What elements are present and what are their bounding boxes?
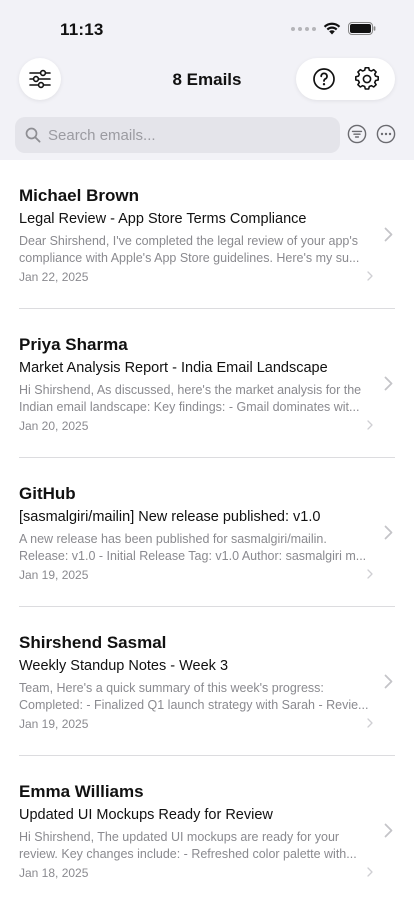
email-preview: Dear Shirshend, I've completed the legal… [19, 233, 375, 267]
settings-button[interactable] [349, 61, 385, 97]
email-row[interactable]: GitHub [sasmalgiri/mailin] New release p… [0, 458, 414, 607]
email-preview: A new release has been published for sas… [19, 531, 375, 565]
email-preview-line: Hi Shirshend, As discussed, here's the m… [19, 383, 362, 397]
search-row [0, 117, 414, 153]
battery-icon [348, 22, 376, 35]
email-preview-line: Release: v1.0 - Initial Release Tag: v1.… [19, 549, 367, 563]
email-preview-line: Dear Shirshend, I've completed the legal… [19, 234, 358, 248]
email-subject: Market Analysis Report - India Email Lan… [19, 360, 328, 376]
nav-bar: 8 Emails [0, 58, 414, 102]
email-preview-line: Completed: - Finalized Q1 launch strateg… [19, 698, 369, 712]
email-preview-line: compliance with Apple's App Store guidel… [19, 251, 360, 265]
search-actions [347, 124, 396, 144]
chevron-right-icon [384, 823, 393, 838]
status-bar: 11:13 [0, 0, 414, 50]
chevron-right-small-icon [367, 867, 373, 877]
email-row[interactable]: Michael Brown Legal Review - App Store T… [0, 160, 414, 309]
email-row[interactable]: Priya Sharma Market Analysis Report - In… [0, 309, 414, 458]
cellular-signal-icon [291, 26, 316, 31]
chevron-right-small-icon [367, 271, 373, 281]
email-sender: GitHub [19, 484, 76, 503]
email-preview: Team, Here's a quick summary of this wee… [19, 680, 375, 714]
email-row[interactable]: Shirshend Sasmal Weekly Standup Notes - … [0, 607, 414, 756]
email-preview-line: Hi Shirshend, The updated UI mockups are… [19, 830, 340, 844]
email-sender: Emma Williams [19, 782, 144, 801]
search-field[interactable] [15, 117, 340, 153]
chevron-right-icon [384, 376, 393, 391]
chevron-right-small-icon [367, 718, 373, 728]
help-icon [312, 68, 335, 90]
email-date: Jan 22, 2025 [19, 270, 89, 284]
top-area: 11:13 8 Emails Search emails... [0, 0, 414, 160]
email-preview: Hi Shirshend, As discussed, here's the m… [19, 382, 375, 416]
search-input[interactable] [48, 126, 318, 144]
help-button[interactable] [306, 61, 342, 97]
gear-icon [355, 67, 380, 90]
search-icon [25, 127, 41, 143]
email-date: Jan 20, 2025 [19, 419, 89, 433]
email-date: Jan 19, 2025 [19, 568, 89, 582]
chevron-right-icon [384, 227, 393, 242]
wifi-icon [323, 22, 341, 35]
email-sender: Priya Sharma [19, 335, 128, 354]
email-subject: Updated UI Mockups Ready for Review [19, 807, 273, 823]
email-row[interactable]: Emma Williams Updated UI Mockups Ready f… [0, 756, 414, 900]
chevron-right-small-icon [367, 420, 373, 430]
chevron-right-icon [384, 674, 393, 689]
email-preview-line: review. Key changes include: - Refreshed… [19, 847, 357, 861]
email-preview-line: Team, Here's a quick summary of this wee… [19, 681, 324, 695]
email-preview-line: Indian email landscape: Key findings: - … [19, 400, 360, 414]
email-sender: Michael Brown [19, 186, 139, 205]
chevron-right-small-icon [367, 569, 373, 579]
email-list: Michael Brown Legal Review - App Store T… [0, 160, 414, 900]
status-icons [291, 22, 376, 35]
email-preview: Hi Shirshend, The updated UI mockups are… [19, 829, 375, 863]
email-sender: Shirshend Sasmal [19, 633, 167, 652]
filter-icon[interactable] [347, 124, 367, 144]
email-subject: Legal Review - App Store Terms Complianc… [19, 211, 307, 227]
more-options-icon[interactable] [376, 124, 396, 144]
header-actions [296, 58, 395, 100]
email-date: Jan 19, 2025 [19, 717, 89, 731]
email-subject: [sasmalgiri/mailin] New release publishe… [19, 509, 321, 525]
email-preview-line: A new release has been published for sas… [19, 532, 327, 546]
email-subject: Weekly Standup Notes - Week 3 [19, 658, 229, 674]
status-time: 11:13 [60, 20, 104, 39]
email-date: Jan 18, 2025 [19, 866, 89, 880]
chevron-right-icon [384, 525, 393, 540]
